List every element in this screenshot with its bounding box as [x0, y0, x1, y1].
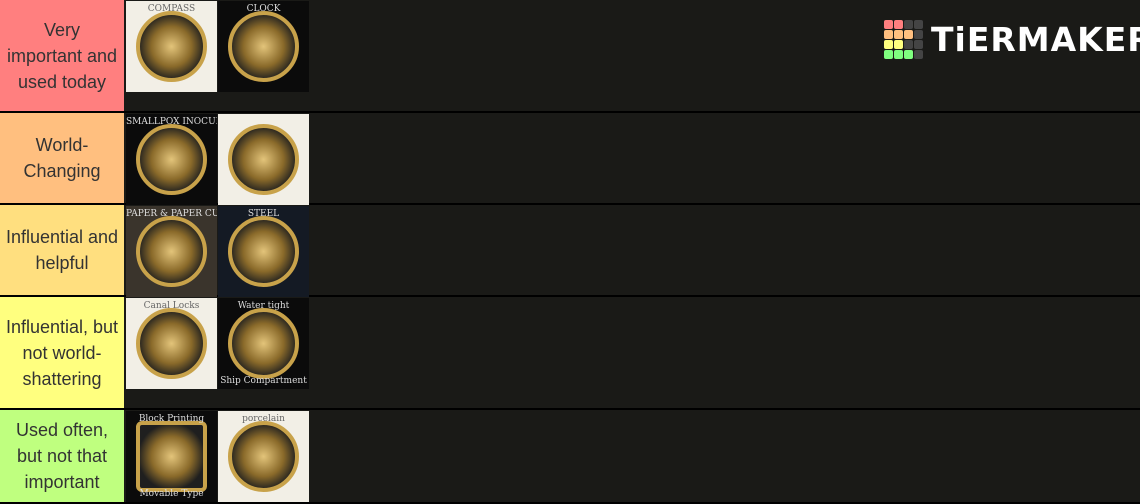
tier-label[interactable]: Influential and helpful	[0, 205, 124, 295]
logo-square	[914, 50, 923, 59]
logo-square	[914, 40, 923, 49]
tier-item-smallpox-inoculation[interactable]: SMALLPOX INOCULATION	[126, 114, 217, 205]
tier-item-paper-currency[interactable]: PAPER & PAPER CURRENCY	[126, 206, 217, 297]
tier-label[interactable]: World-Changing	[0, 113, 124, 203]
item-caption: CLOCK	[246, 4, 281, 14]
block-printing-icon	[136, 421, 207, 492]
logo-square	[904, 50, 913, 59]
logo-square	[904, 30, 913, 39]
tier-items[interactable]: Block Printing Movable Type porcelain	[124, 410, 1140, 502]
tier-row: Influential, but not world-shattering Can…	[0, 297, 1140, 410]
tier-items[interactable]: PAPER & PAPER CURRENCY STEEL	[124, 205, 1140, 297]
tier-item-block-printing[interactable]: Block Printing Movable Type	[126, 411, 217, 502]
item-caption: Water tight	[237, 301, 290, 311]
clock-icon	[228, 11, 299, 82]
smallpox-inoculation-icon	[136, 124, 207, 195]
tier-row: Influential and helpfulPAPER & PAPER CUR…	[0, 205, 1140, 297]
porcelain-icon	[228, 421, 299, 492]
logo-square	[894, 30, 903, 39]
tier-board: Very important and used today COMPASS CLOC…	[0, 0, 1140, 504]
tier-item-steel[interactable]: STEEL	[218, 206, 309, 297]
logo-square	[894, 50, 903, 59]
tier-row: World-ChangingSMALLPOX INOCULATION	[0, 113, 1140, 205]
steel-icon	[228, 216, 299, 287]
logo-square	[884, 50, 893, 59]
logo-square	[904, 40, 913, 49]
logo-square	[884, 30, 893, 39]
tier-item-watertight-compartment[interactable]: Water tight Ship Compartment	[218, 298, 309, 389]
tier-row: Used often, but not that important Block …	[0, 410, 1140, 504]
item-caption-bottom: Ship Compartment	[220, 376, 307, 386]
watertight-compartment-icon	[228, 308, 299, 379]
logo-square	[914, 30, 923, 39]
logo-grid-icon	[884, 20, 923, 59]
logo-text: TiERMAKER	[931, 20, 1140, 59]
gunpowder-icon	[228, 124, 299, 195]
logo-square	[884, 20, 893, 29]
compass-icon	[136, 11, 207, 82]
item-caption: COMPASS	[147, 4, 196, 14]
item-caption: PAPER & PAPER CURRENCY	[126, 209, 217, 219]
tier-item-compass[interactable]: COMPASS	[126, 1, 217, 92]
tier-items[interactable]: Canal Locks Water tight Ship Compartment	[124, 297, 1140, 408]
item-caption-bottom: Movable Type	[139, 489, 204, 499]
paper-currency-icon	[136, 216, 207, 287]
canal-locks-icon	[136, 308, 207, 379]
tier-item-clock[interactable]: CLOCK	[218, 1, 309, 92]
tiermaker-logo[interactable]: TiERMAKER	[884, 20, 1140, 59]
item-caption: SMALLPOX INOCULATION	[126, 117, 217, 127]
logo-square	[894, 20, 903, 29]
item-caption: STEEL	[247, 209, 280, 219]
logo-square	[894, 40, 903, 49]
tier-items[interactable]: SMALLPOX INOCULATION	[124, 113, 1140, 205]
tier-label[interactable]: Influential, but not world-shattering	[0, 297, 124, 408]
logo-square	[884, 40, 893, 49]
logo-square	[914, 20, 923, 29]
item-caption: Block Printing	[138, 414, 205, 424]
logo-square	[904, 20, 913, 29]
tier-label[interactable]: Very important and used today	[0, 0, 124, 111]
tier-item-porcelain[interactable]: porcelain	[218, 411, 309, 502]
tier-label[interactable]: Used often, but not that important	[0, 410, 124, 502]
item-caption: porcelain	[242, 414, 285, 424]
tier-item-gunpowder[interactable]	[218, 114, 309, 205]
item-caption: Canal Locks	[143, 301, 200, 311]
tier-item-canal-locks[interactable]: Canal Locks	[126, 298, 217, 389]
